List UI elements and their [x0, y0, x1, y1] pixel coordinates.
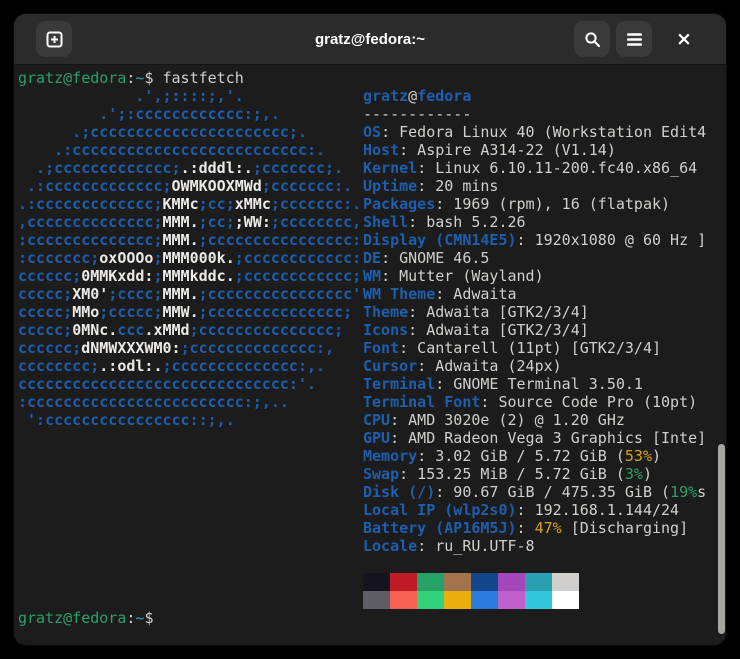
close-button[interactable]: × — [666, 21, 702, 57]
menu-button[interactable] — [616, 21, 652, 57]
palette-swatch — [444, 591, 471, 609]
palette-swatch — [363, 591, 390, 609]
palette-swatch — [552, 573, 579, 591]
headerbar: gratz@fedora:~ × — [14, 14, 726, 65]
new-tab-button[interactable] — [36, 21, 72, 57]
terminal-window: gratz@fedora:~ × gratz@fedora:~$ fastfet… — [14, 14, 726, 645]
palette-swatch — [390, 591, 417, 609]
fastfetch-fedora-logo: .',;::::;,'. .';:cccccccccccc:;,. .;cccc… — [18, 87, 362, 429]
palette-swatch — [525, 573, 552, 591]
close-icon: × — [676, 28, 692, 50]
color-palette-row — [363, 573, 706, 591]
palette-swatch — [471, 573, 498, 591]
new-tab-icon — [46, 31, 63, 48]
prompt-line: gratz@fedora:~$ — [18, 609, 163, 627]
palette-swatch — [552, 591, 579, 609]
search-button[interactable] — [574, 21, 610, 57]
palette-swatch — [471, 591, 498, 609]
palette-swatch — [498, 591, 525, 609]
color-palette-row — [363, 591, 706, 609]
palette-swatch — [390, 573, 417, 591]
palette-swatch — [417, 591, 444, 609]
palette-swatch — [525, 591, 552, 609]
fastfetch-info: gratz@fedora ------------ OS: Fedora Linux… — [363, 87, 706, 609]
terminal-screen[interactable]: gratz@fedora:~$ fastfetch .',;::::;,'. .… — [14, 65, 726, 645]
search-icon — [584, 31, 601, 48]
command-line: gratz@fedora:~$ fastfetch — [18, 69, 244, 87]
hamburger-menu-icon — [626, 32, 643, 47]
palette-swatch — [417, 573, 444, 591]
palette-swatch — [444, 573, 471, 591]
scrollbar[interactable] — [718, 444, 725, 634]
palette-swatch — [363, 573, 390, 591]
palette-swatch — [498, 573, 525, 591]
